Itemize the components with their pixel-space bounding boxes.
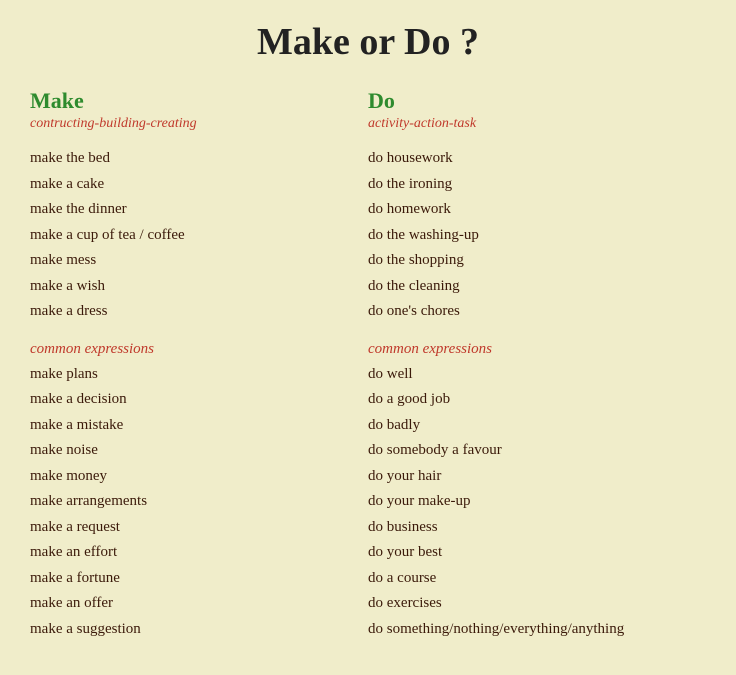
list-item: do a good job [368,387,686,413]
list-item: make a decision [30,387,348,413]
list-item: do the washing-up [368,223,686,249]
list-item: do homework [368,197,686,223]
list-item: do your make-up [368,489,686,515]
list-item: do somebody a favour [368,438,686,464]
make-subtitle: contructing-building-creating [30,116,348,132]
make-column: Make contructing-building-creating make … [30,88,368,642]
list-item: make a wish [30,274,348,300]
do-expressions-label: common expressions [368,341,686,358]
make-expressions-label: common expressions [30,341,348,358]
do-subtitle: activity-action-task [368,116,686,132]
list-item: make noise [30,438,348,464]
list-item: make a request [30,515,348,541]
do-basic-list: do houseworkdo the ironingdo homeworkdo … [368,146,686,325]
list-item: make a cake [30,172,348,198]
list-item: make arrangements [30,489,348,515]
list-item: make a dress [30,299,348,325]
list-item: do the shopping [368,248,686,274]
make-header: Make [30,88,348,114]
list-item: do badly [368,413,686,439]
list-item: make money [30,464,348,490]
list-item: do the cleaning [368,274,686,300]
list-item: do the ironing [368,172,686,198]
do-header: Do [368,88,686,114]
list-item: do housework [368,146,686,172]
list-item: do well [368,362,686,388]
make-expressions-list: make plansmake a decisionmake a mistakem… [30,362,348,643]
list-item: do your hair [368,464,686,490]
list-item: make a cup of tea / coffee [30,223,348,249]
list-item: make the dinner [30,197,348,223]
do-expressions-list: do welldo a good jobdo badlydo somebody … [368,362,686,643]
list-item: do business [368,515,686,541]
list-item: make a mistake [30,413,348,439]
list-item: make plans [30,362,348,388]
list-item: do exercises [368,591,686,617]
list-item: make a fortune [30,566,348,592]
list-item: make a suggestion [30,617,348,643]
make-basic-list: make the bedmake a cakemake the dinnerma… [30,146,348,325]
list-item: do a course [368,566,686,592]
list-item: do something/nothing/everything/anything [368,617,686,643]
list-item: make an effort [30,540,348,566]
list-item: make the bed [30,146,348,172]
list-item: do one's chores [368,299,686,325]
list-item: make an offer [30,591,348,617]
do-column: Do activity-action-task do houseworkdo t… [368,88,706,642]
list-item: do your best [368,540,686,566]
list-item: make mess [30,248,348,274]
page-title: Make or Do ? [30,20,706,64]
